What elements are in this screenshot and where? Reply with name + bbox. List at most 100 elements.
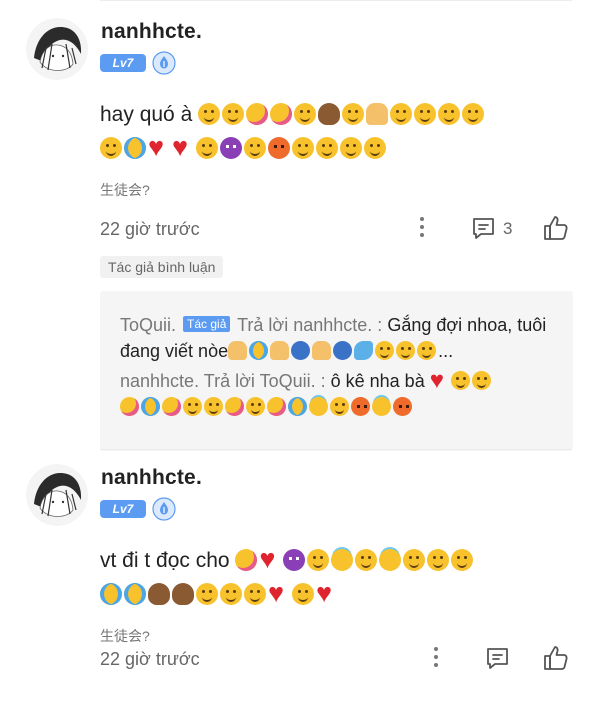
emoji-icon <box>430 366 449 396</box>
reply-button[interactable] <box>484 645 511 672</box>
top-divider <box>100 0 572 1</box>
comment-text-content: hay quó à <box>100 103 193 126</box>
shield-badge-icon <box>152 51 176 75</box>
emoji-icon <box>292 583 314 605</box>
emoji-icon <box>450 371 470 390</box>
emoji-icon <box>222 103 245 125</box>
emoji-icon <box>228 341 248 360</box>
emoji-icon <box>244 137 266 159</box>
username[interactable]: nanhhcte. <box>101 20 202 44</box>
emoji-icon <box>124 137 146 159</box>
emoji-icon <box>246 103 269 125</box>
emoji-icon <box>403 549 426 571</box>
emoji-icon <box>291 341 311 360</box>
emoji-icon <box>342 103 365 125</box>
emoji-icon <box>366 103 389 125</box>
emoji-icon <box>267 397 286 416</box>
emoji-icon <box>148 132 170 162</box>
thumbs-up-icon <box>544 646 568 670</box>
reply-item[interactable]: ToQuii. Tác giả Trả lời nanhhcte. : Gắng… <box>120 312 560 364</box>
emoji-icon <box>259 544 281 574</box>
user-badges: Lv7 <box>100 497 176 521</box>
emoji-icon <box>390 103 413 125</box>
emoji-icon <box>246 397 265 416</box>
emoji-icon <box>414 103 437 125</box>
emoji-icon <box>309 397 328 416</box>
more-vertical-icon[interactable] <box>432 644 440 672</box>
level-badge: Lv7 <box>100 54 146 72</box>
like-button[interactable] <box>542 214 570 247</box>
timestamp: 22 giờ trước <box>100 219 200 239</box>
reply-text: ô kê nha bà <box>330 371 425 391</box>
emoji-icon <box>312 341 332 360</box>
emoji-icon <box>268 137 290 159</box>
avatar[interactable] <box>26 18 88 80</box>
comment-actions: 22 giờ trước 3 <box>100 214 572 244</box>
thumbs-up-icon <box>544 216 568 240</box>
emoji-icon <box>220 583 242 605</box>
replies-box[interactable]: ToQuii. Tác giả Trả lời nanhhcte. : Gắng… <box>100 291 573 451</box>
emoji-icon <box>340 137 362 159</box>
reply-username[interactable]: ToQuii. <box>120 315 176 335</box>
user-badges: Lv7 <box>100 51 176 75</box>
shield-badge-icon <box>152 497 176 521</box>
emoji-icon <box>355 549 378 571</box>
reply-item[interactable]: nanhhcte. Trả lời ToQuii. : ô kê nha bà <box>120 366 560 420</box>
like-button[interactable] <box>542 644 570 677</box>
emoji-icon <box>372 397 391 416</box>
emoji-icon <box>427 549 450 571</box>
emoji-icon <box>294 103 317 125</box>
reply-username[interactable]: nanhhcte. <box>120 371 199 391</box>
author-badge: Tác giả <box>183 316 231 332</box>
emoji-icon <box>220 137 242 159</box>
avatar[interactable] <box>26 464 88 526</box>
comment-text: vt đi t đọc cho <box>100 544 560 612</box>
reply-button[interactable]: 3 <box>470 215 512 242</box>
emoji-icon <box>318 103 341 125</box>
emoji-icon <box>100 137 122 159</box>
emoji-icon <box>330 397 349 416</box>
truncation-ellipsis: ... <box>438 341 454 361</box>
emoji-icon <box>333 341 353 360</box>
reply-to-label: Trả lời ToQuii. : <box>203 371 326 391</box>
comment-text: hay quó à <box>100 98 560 166</box>
emoji-icon <box>288 397 307 416</box>
emoji-icon <box>162 397 181 416</box>
emoji-icon <box>316 137 338 159</box>
comment-actions: 22 giờ trước <box>100 644 572 674</box>
emoji-icon <box>120 397 139 416</box>
emoji-icon <box>270 341 290 360</box>
emoji-icon <box>396 341 416 360</box>
emoji-icon <box>141 397 160 416</box>
author-commented-tag: Tác giả bình luận <box>100 256 224 278</box>
emoji-icon <box>172 132 194 162</box>
more-vertical-icon[interactable] <box>418 214 426 242</box>
emoji-icon <box>204 397 223 416</box>
user-tag: 生徒会? <box>100 628 150 644</box>
emoji-icon <box>393 397 412 416</box>
username[interactable]: nanhhcte. <box>101 466 202 490</box>
comment-text-content: vt đi t đọc cho <box>100 549 230 572</box>
emoji-icon <box>471 371 491 390</box>
emoji-icon <box>438 103 461 125</box>
emoji-icon <box>148 583 170 605</box>
emoji-icon <box>375 341 395 360</box>
user-tag: 生徒会? <box>100 182 150 198</box>
emoji-icon <box>292 137 314 159</box>
emoji-icon <box>196 137 218 159</box>
timestamp: 22 giờ trước <box>100 649 200 669</box>
comment-icon <box>487 648 508 669</box>
emoji-icon <box>244 583 266 605</box>
emoji-icon <box>451 549 474 571</box>
emoji-icon <box>331 549 354 571</box>
emoji-icon <box>268 578 290 608</box>
emoji-icon <box>379 549 402 571</box>
emoji-icon <box>283 549 306 571</box>
emoji-icon <box>196 583 218 605</box>
reply-count: 3 <box>503 218 513 238</box>
emoji-icon <box>225 397 244 416</box>
emoji-icon <box>364 137 386 159</box>
emoji-icon <box>249 341 269 360</box>
emoji-icon <box>198 103 221 125</box>
emoji-icon <box>462 103 485 125</box>
